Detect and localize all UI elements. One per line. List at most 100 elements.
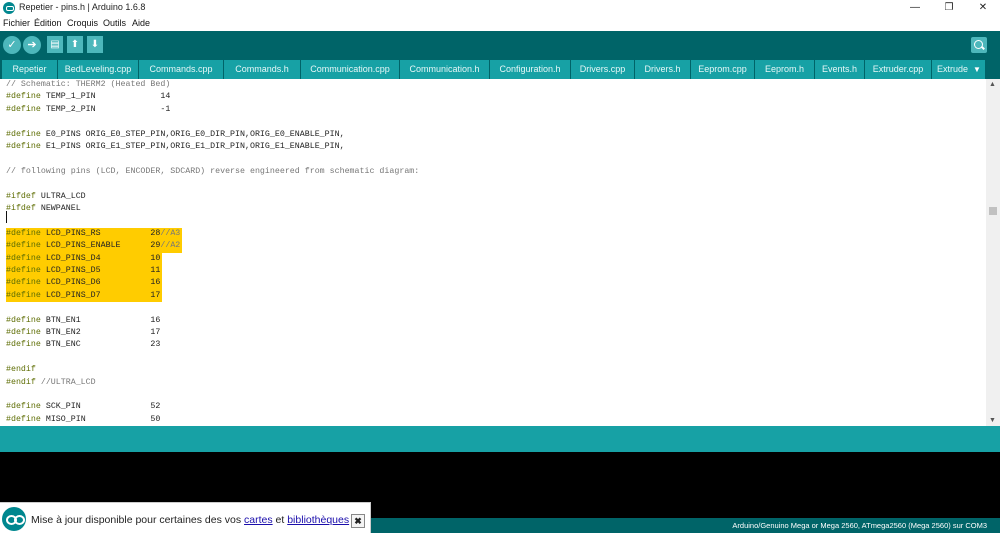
code-line: #define LCD_PINS_D5 11 bbox=[6, 265, 163, 278]
code-keyword: #define bbox=[6, 290, 41, 300]
code-line: #define TEMP_2_PIN -1 bbox=[6, 104, 170, 116]
board-info: Arduino/Genuino Mega or Mega 2560, ATmeg… bbox=[732, 521, 987, 530]
code-line: #ifdef NEWPANEL bbox=[6, 203, 81, 215]
libraries-link[interactable]: bibliothèques bbox=[287, 514, 349, 526]
tab-drivers-h[interactable]: Drivers.h bbox=[635, 60, 690, 79]
code-identifier: BTN_ENC bbox=[40, 340, 151, 350]
code-line: #define BTN_EN2 17 bbox=[6, 327, 160, 339]
code-keyword: #ifdef bbox=[6, 191, 36, 201]
code-identifier: TEMP_2_PIN bbox=[40, 104, 161, 114]
code-keyword: #endif bbox=[6, 377, 36, 387]
menu-outils[interactable]: Outils bbox=[103, 18, 126, 28]
code-value: 29 bbox=[150, 241, 161, 251]
code-line: #define BTN_EN1 16 bbox=[6, 315, 160, 327]
tab-eeprom-cpp[interactable]: Eeprom.cpp bbox=[691, 60, 754, 79]
tab-repetier[interactable]: Repetier bbox=[2, 60, 57, 79]
notification-close-icon[interactable]: ✖ bbox=[351, 514, 365, 528]
upload-icon[interactable]: ➔ bbox=[23, 36, 41, 54]
tab-communication-h[interactable]: Communication.h bbox=[400, 60, 489, 79]
code-identifier: E0_PINS ORIG_E0_STEP_PIN,ORIG_E0_DIR_PIN… bbox=[40, 129, 345, 139]
code-line: #define LCD_PINS_D7 17 bbox=[6, 289, 163, 303]
code-line: #define BTN_ENC 23 bbox=[6, 339, 160, 351]
code-value: 52 bbox=[150, 402, 161, 412]
maximize-button[interactable]: ❐ bbox=[932, 0, 966, 16]
arduino-logo-icon bbox=[3, 2, 15, 14]
tab-drivers-cpp[interactable]: Drivers.cpp bbox=[571, 60, 634, 79]
minimize-button[interactable]: — bbox=[898, 0, 932, 16]
save-icon[interactable]: ⬇ bbox=[87, 36, 103, 53]
code-value: 10 bbox=[150, 253, 161, 263]
scroll-down-icon[interactable]: ▼ bbox=[989, 417, 996, 424]
code-value: 17 bbox=[150, 290, 161, 300]
toolbar: ✓ ➔ ▤ ⬆ ⬇ bbox=[0, 31, 1000, 59]
menu-aide[interactable]: Aide bbox=[132, 18, 150, 28]
menu-edition[interactable]: Édition bbox=[34, 18, 62, 28]
code-value: 11 bbox=[150, 266, 161, 275]
code-keyword: #define bbox=[6, 315, 41, 325]
tab-commands-h[interactable]: Commands.h bbox=[224, 60, 300, 79]
code-line: #define LCD_PINS_RS 28//A3 bbox=[6, 227, 183, 241]
open-icon[interactable]: ⬆ bbox=[67, 36, 83, 53]
status-bar bbox=[0, 426, 1000, 452]
tab-extrude-partial[interactable]: Extrude bbox=[932, 60, 970, 79]
code-line: #endif //ULTRA_LCD bbox=[6, 377, 96, 389]
verify-icon[interactable]: ✓ bbox=[3, 36, 21, 54]
code-keyword: #define bbox=[6, 142, 41, 151]
code-line: #define E1_PINS ORIG_E1_STEP_PIN,ORIG_E1… bbox=[6, 141, 345, 153]
code-keyword: #define bbox=[6, 266, 41, 275]
code-line: #define LCD_PINS_D6 16 bbox=[6, 277, 163, 290]
editor-scrollbar[interactable]: ▲ ▼ bbox=[986, 79, 1000, 426]
code-identifier: MISO_PIN bbox=[40, 414, 151, 424]
close-window-button[interactable]: ✕ bbox=[966, 0, 1000, 16]
menu-bar: Fichier Édition Croquis Outils Aide bbox=[0, 16, 1000, 31]
tab-events-h[interactable]: Events.h bbox=[815, 60, 864, 79]
code-keyword: #define bbox=[6, 129, 41, 139]
tab-bedleveling-cpp[interactable]: BedLeveling.cpp bbox=[58, 60, 138, 79]
notification-text-part: Mise à jour disponible pour certaines de… bbox=[31, 514, 245, 526]
tab-commands-cpp[interactable]: Commands.cpp bbox=[139, 60, 223, 79]
code-value: 28 bbox=[150, 228, 161, 238]
menu-fichier[interactable]: Fichier bbox=[3, 18, 30, 28]
serial-monitor-icon[interactable] bbox=[971, 37, 987, 53]
code-keyword: #define bbox=[6, 253, 41, 263]
code-keyword: #define bbox=[6, 414, 41, 424]
code-identifier: LCD_PINS_ENABLE bbox=[40, 241, 151, 251]
code-identifier: LCD_PINS_D7 bbox=[40, 290, 151, 300]
code-line: #define SCK_PIN 52 bbox=[6, 401, 160, 413]
code-identifier: //ULTRA_LCD bbox=[35, 377, 96, 387]
notification-text: Mise à jour disponible pour certaines de… bbox=[31, 514, 349, 526]
code-identifier: TEMP_1_PIN bbox=[40, 92, 161, 102]
code-identifier: SCK_PIN bbox=[40, 402, 151, 412]
code-identifier: BTN_EN2 bbox=[40, 328, 151, 337]
new-icon[interactable]: ▤ bbox=[47, 36, 63, 53]
tab-communication-cpp[interactable]: Communication.cpp bbox=[301, 60, 399, 79]
title-bar: Repetier - pins.h | Arduino 1.6.8 — ❐ ✕ bbox=[0, 0, 1000, 16]
arduino-logo-icon bbox=[2, 507, 26, 531]
code-value: -1 bbox=[160, 104, 171, 114]
code-identifier: E1_PINS ORIG_E1_STEP_PIN,ORIG_E1_DIR_PIN… bbox=[40, 142, 345, 151]
code-identifier: LCD_PINS_D6 bbox=[40, 278, 151, 288]
code-value: 50 bbox=[150, 414, 161, 424]
code-line: #define TEMP_1_PIN 14 bbox=[6, 91, 170, 103]
boards-link[interactable]: cartes bbox=[244, 514, 273, 526]
tab-extruder-cpp[interactable]: Extruder.cpp bbox=[865, 60, 931, 79]
code-identifier: BTN_EN1 bbox=[40, 315, 151, 325]
tabs-menu-icon[interactable]: ▼ bbox=[969, 60, 985, 79]
scroll-up-icon[interactable]: ▲ bbox=[989, 81, 996, 88]
code-editor[interactable]: // Schematic: THERM2 (Heated Bed) #define… bbox=[0, 79, 986, 426]
tab-eeprom-h[interactable]: Eeprom.h bbox=[755, 60, 814, 79]
code-value: 17 bbox=[150, 328, 161, 337]
code-comment: //A3 bbox=[160, 228, 181, 238]
code-line: // following pins (LCD, ENCODER, SDCARD)… bbox=[6, 166, 419, 178]
code-line: #ifdef ULTRA_LCD bbox=[6, 191, 86, 203]
code-keyword: #define bbox=[6, 228, 41, 238]
code-keyword: #define bbox=[6, 328, 41, 337]
scroll-thumb[interactable] bbox=[989, 207, 997, 215]
tab-configuration-h[interactable]: Configuration.h bbox=[490, 60, 570, 79]
menu-croquis[interactable]: Croquis bbox=[67, 18, 98, 28]
tab-bar: Repetier BedLeveling.cpp Commands.cpp Co… bbox=[0, 59, 1000, 79]
